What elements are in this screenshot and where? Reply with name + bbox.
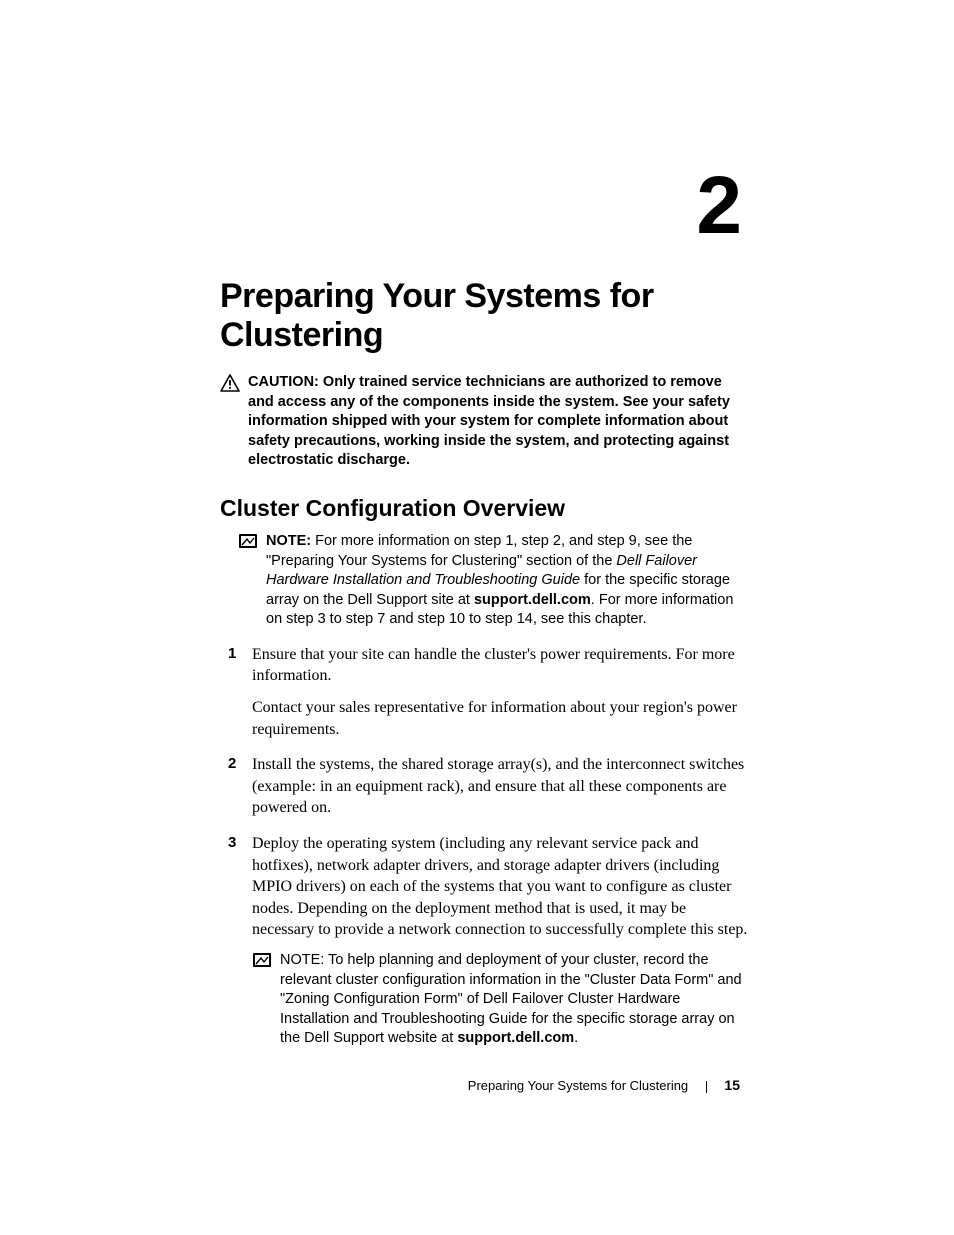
chapter-title: Preparing Your Systems for Clustering [220,277,750,355]
page-content: 2 Preparing Your Systems for Clustering … [220,165,750,1063]
note-icon [238,533,258,556]
page-footer: Preparing Your Systems for Clustering 15 [220,1077,740,1093]
page-number: 15 [724,1077,740,1093]
sub-note-callout: NOTE: To help planning and deployment of… [252,951,750,1049]
note-body: NOTE: For more information on step 1, st… [266,532,750,630]
note-text-4: support.dell.com [474,592,591,608]
caution-body: CAUTION: Only trained service technician… [248,373,750,471]
sub-note-label: NOTE: [280,952,324,968]
step-1: Ensure that your site can handle the clu… [220,644,750,740]
note-callout: NOTE: For more information on step 1, st… [238,532,750,630]
steps-list: Ensure that your site can handle the clu… [220,644,750,1049]
sub-note-text-3: . [574,1030,578,1046]
note-label: NOTE: [266,533,311,549]
step-2-text: Install the systems, the shared storage … [252,754,750,819]
caution-icon [220,374,240,399]
caution-text: Only trained service technicians are aut… [248,374,730,468]
caution-label: CAUTION: [248,374,319,390]
step-2: Install the systems, the shared storage … [220,754,750,819]
step-3-text: Deploy the operating system (including a… [252,833,750,941]
step-3: Deploy the operating system (including a… [220,833,750,1049]
footer-title: Preparing Your Systems for Clustering [468,1078,688,1093]
sub-note-body: NOTE: To help planning and deployment of… [280,951,750,1049]
caution-callout: CAUTION: Only trained service technician… [220,373,750,471]
step-1-text-a: Ensure that your site can handle the clu… [252,644,750,687]
note-icon [252,952,272,975]
sub-note-text-2: support.dell.com [457,1030,574,1046]
section-heading: Cluster Configuration Overview [220,495,750,522]
footer-separator [706,1081,707,1093]
chapter-number: 2 [220,165,750,247]
step-1-text-b: Contact your sales representative for in… [252,697,750,740]
